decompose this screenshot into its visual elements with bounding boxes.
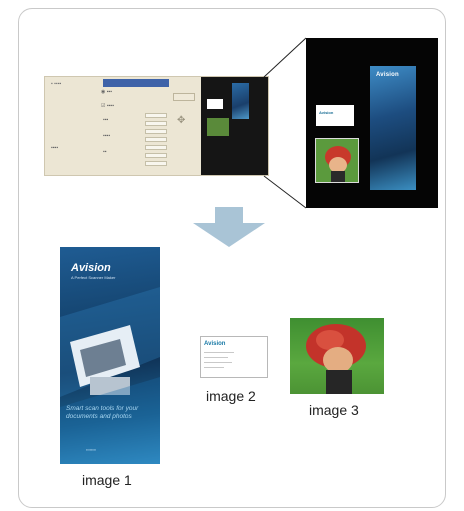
caption-image-3: image 3: [309, 402, 359, 418]
brochure-slogan: Smart scan tools for your documents and …: [66, 405, 139, 420]
brochure-logo: Avision: [71, 262, 111, 274]
business-card-logo: Avision: [204, 341, 226, 347]
caption-image-2: image 2: [206, 388, 256, 404]
photo-image: [290, 318, 384, 394]
card-text-line: [204, 367, 224, 368]
zoomed-photo-figure: [325, 146, 351, 182]
brochure-footer: ▪▪▪▪▪▪▪▪: [86, 448, 96, 452]
down-arrow-icon: [193, 207, 265, 247]
zoomed-brochure: [370, 66, 416, 190]
zoomed-brochure-logo: Avision: [376, 72, 399, 78]
zoomed-photo: [315, 138, 359, 183]
caption-image-1: image 1: [82, 472, 132, 488]
zoomed-business-card: [316, 105, 354, 126]
photo-subject: [306, 324, 366, 394]
card-text-line: [204, 357, 228, 358]
brochure-tagline: A Perfect Scanner Maker: [71, 275, 116, 280]
zoomed-card-logo: Avision: [319, 110, 334, 115]
card-text-line: [204, 362, 232, 363]
card-text-line: [204, 352, 234, 353]
